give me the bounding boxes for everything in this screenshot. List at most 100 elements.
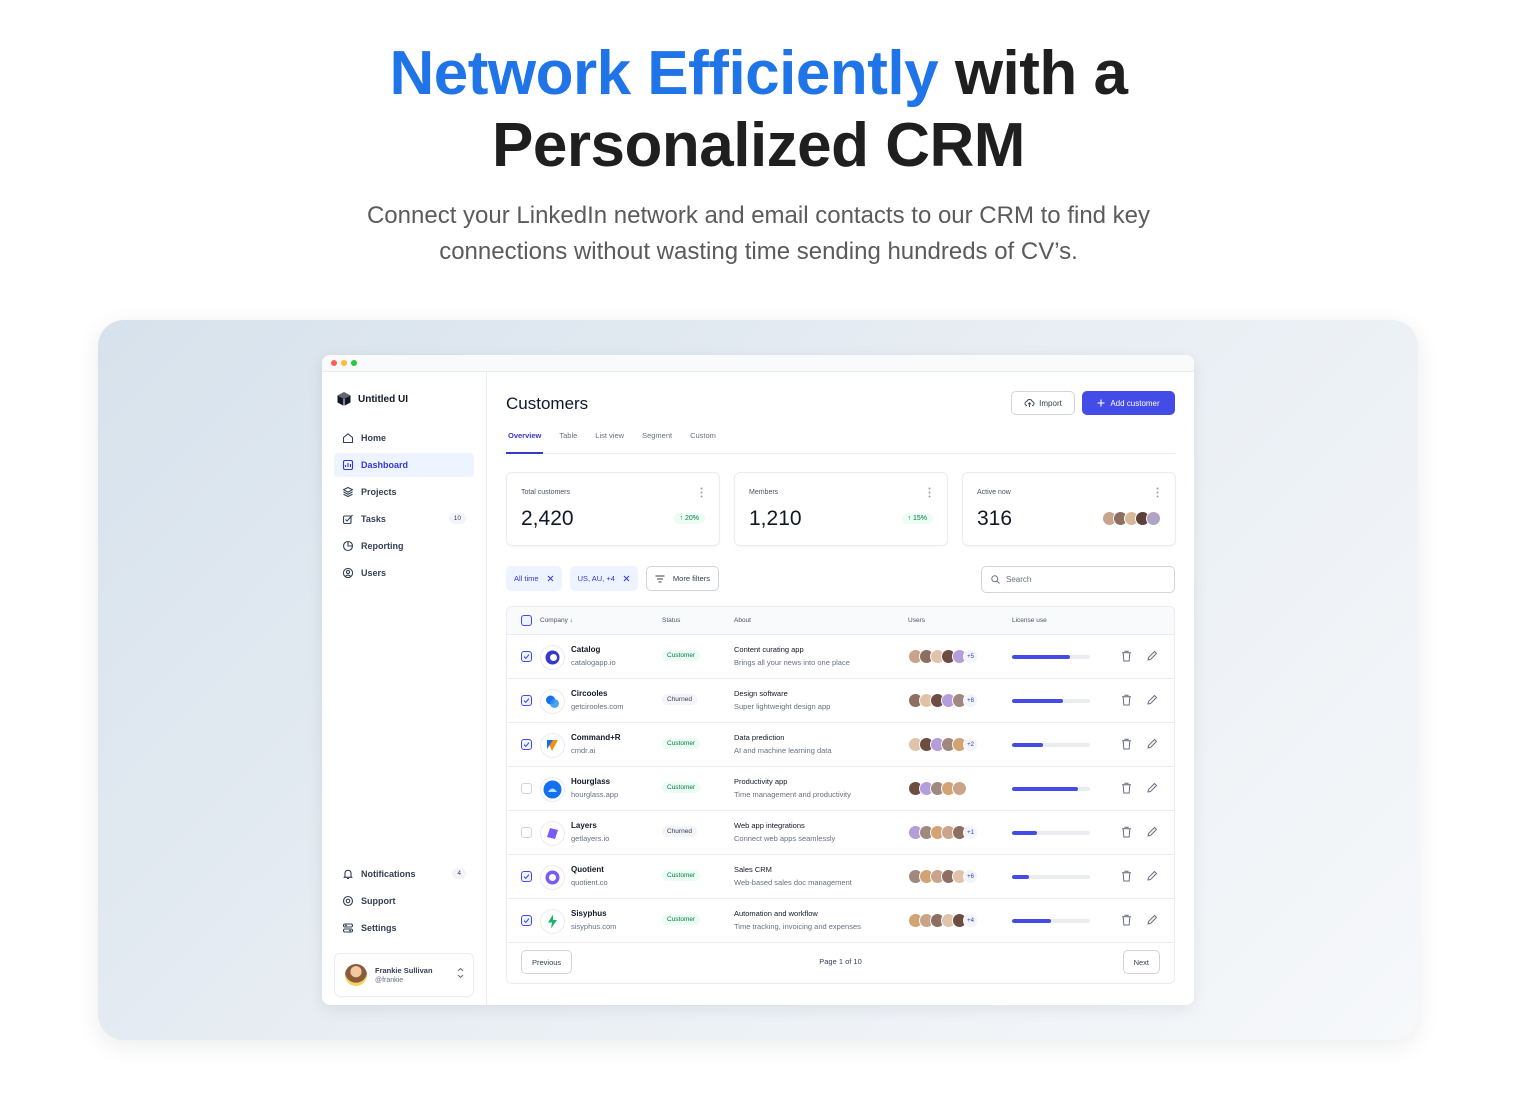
maximize-window-dot[interactable] [351,360,357,366]
sidebar-item-label: Notifications [361,869,416,879]
edit-icon[interactable] [1147,738,1158,749]
column-license-use: License use [1012,617,1047,624]
stat-card-total-customers: Total customers 2,420 ↑ 20% [506,472,720,546]
check-square-icon [342,514,353,525]
edit-icon[interactable] [1147,914,1158,925]
sidebar-item-tasks[interactable]: Tasks 10 [334,507,474,531]
tab-custom[interactable]: Custom [688,429,718,454]
company-name[interactable]: Catalog [571,645,600,654]
customers-table: Company ↓ Status About Users License use… [506,606,1175,984]
row-checkbox[interactable] [521,783,532,794]
edit-icon[interactable] [1147,650,1158,661]
account-switcher[interactable]: Frankie Sullivan @frankie [334,953,474,997]
minimize-window-dot[interactable] [341,360,347,366]
notifications-count-badge: 4 [452,868,466,879]
sidebar-item-users[interactable]: Users [334,561,474,585]
company-domain: getlayers.io [571,834,610,843]
status-badge: Customer [662,738,701,749]
close-icon[interactable] [547,575,554,582]
more-users-count: +5 [963,649,978,664]
more-vertical-icon[interactable] [1156,487,1159,498]
sidebar-item-reporting[interactable]: Reporting [334,534,474,558]
sidebar-item-support[interactable]: Support [334,889,474,913]
trash-icon[interactable] [1121,914,1132,926]
company-name[interactable]: Command+R [571,733,621,742]
sidebar-item-notifications[interactable]: Notifications 4 [334,862,474,886]
more-filters-button[interactable]: More filters [645,566,719,591]
license-use-fill [1012,875,1030,879]
add-customer-button[interactable]: Add customer [1082,391,1175,415]
stats-cards: Total customers 2,420 ↑ 20% Members 1,21… [506,472,1176,546]
company-name[interactable]: Sisyphus [571,909,607,918]
table-row[interactable]: Quotient quotient.co Customer Sales CRM Web-… [507,855,1174,899]
edit-icon[interactable] [1147,826,1158,837]
trash-icon[interactable] [1121,738,1132,750]
sidebar-item-label: Projects [361,487,397,497]
company-name[interactable]: Hourglass [571,777,610,786]
close-icon[interactable] [623,575,630,582]
license-use-fill [1012,655,1070,659]
row-checkbox[interactable] [521,915,532,926]
row-checkbox[interactable] [521,739,532,750]
tab-table[interactable]: Table [557,429,579,454]
brand-logo[interactable]: Untitled UI [336,391,408,407]
page-title: Customers [506,394,589,413]
sidebar-item-label: Settings [361,923,397,933]
table-row[interactable]: Sisyphus sisyphus.com Customer Automation a… [507,899,1174,943]
import-button[interactable]: Import [1011,391,1075,415]
sidebar-item-settings[interactable]: Settings [334,916,474,940]
row-checkbox[interactable] [521,651,532,662]
more-filters-label: More filters [672,574,710,583]
edit-icon[interactable] [1147,694,1158,705]
sidebar-bottom-nav: Notifications 4 Support Settings [334,862,474,943]
trend-badge: ↑ 15% [901,513,933,524]
more-users-count: +8 [963,693,978,708]
table-row[interactable]: Circooles getcirooles.com Churned Design so… [507,679,1174,723]
more-users-count: +1 [963,825,978,840]
column-company[interactable]: Company ↓ [540,617,573,624]
trash-icon[interactable] [1121,694,1132,706]
trash-icon[interactable] [1121,650,1132,662]
more-vertical-icon[interactable] [928,487,931,498]
trash-icon[interactable] [1121,870,1132,882]
sidebar-item-projects[interactable]: Projects [334,480,474,504]
table-row[interactable]: Catalog catalogapp.io Customer Content cura… [507,635,1174,679]
tab-list-view[interactable]: List view [593,429,626,454]
row-checkbox[interactable] [521,695,532,706]
page-info: Page 1 of 10 [819,957,862,966]
company-domain: catalogapp.io [571,658,616,667]
hero: Network Efficiently with a Personalized … [0,38,1517,270]
license-use-fill [1012,831,1037,835]
tab-overview[interactable]: Overview [506,429,544,454]
tab-segment[interactable]: Segment [640,429,674,454]
select-all-checkbox[interactable] [521,615,532,626]
table-row[interactable]: Hourglass hourglass.app Customer Productivi… [507,767,1174,811]
sidebar-item-dashboard[interactable]: Dashboard [334,453,474,477]
license-use-bar [1012,875,1090,879]
close-window-dot[interactable] [331,360,337,366]
status-badge: Churned [662,826,697,837]
search-input[interactable]: Search [981,566,1175,593]
pagination: Previous Page 1 of 10 Next [507,943,1174,983]
row-checkbox[interactable] [521,871,532,882]
edit-icon[interactable] [1147,870,1158,881]
company-name[interactable]: Layers [571,821,597,830]
filter-chip-time[interactable]: All time [506,566,562,591]
sidebar-item-home[interactable]: Home [334,426,474,450]
company-name[interactable]: Quotient [571,865,604,874]
company-domain: getcirooles.com [571,702,624,711]
table-row[interactable]: Command+R cmdr.ai Customer Data prediction A… [507,723,1174,767]
table-row[interactable]: Layers getlayers.io Churned Web app integra… [507,811,1174,855]
filter-chip-region[interactable]: US, AU, +4 [569,566,638,591]
search-placeholder: Search [1006,575,1032,584]
trash-icon[interactable] [1121,826,1132,838]
edit-icon[interactable] [1147,782,1158,793]
company-name[interactable]: Circooles [571,689,607,698]
trash-icon[interactable] [1121,782,1132,794]
cube-logo-icon [337,392,351,406]
row-checkbox[interactable] [521,827,532,838]
more-vertical-icon[interactable] [700,487,703,498]
avatar [345,964,367,986]
next-button[interactable]: Next [1122,950,1160,974]
sidebar-item-label: Tasks [361,514,386,524]
